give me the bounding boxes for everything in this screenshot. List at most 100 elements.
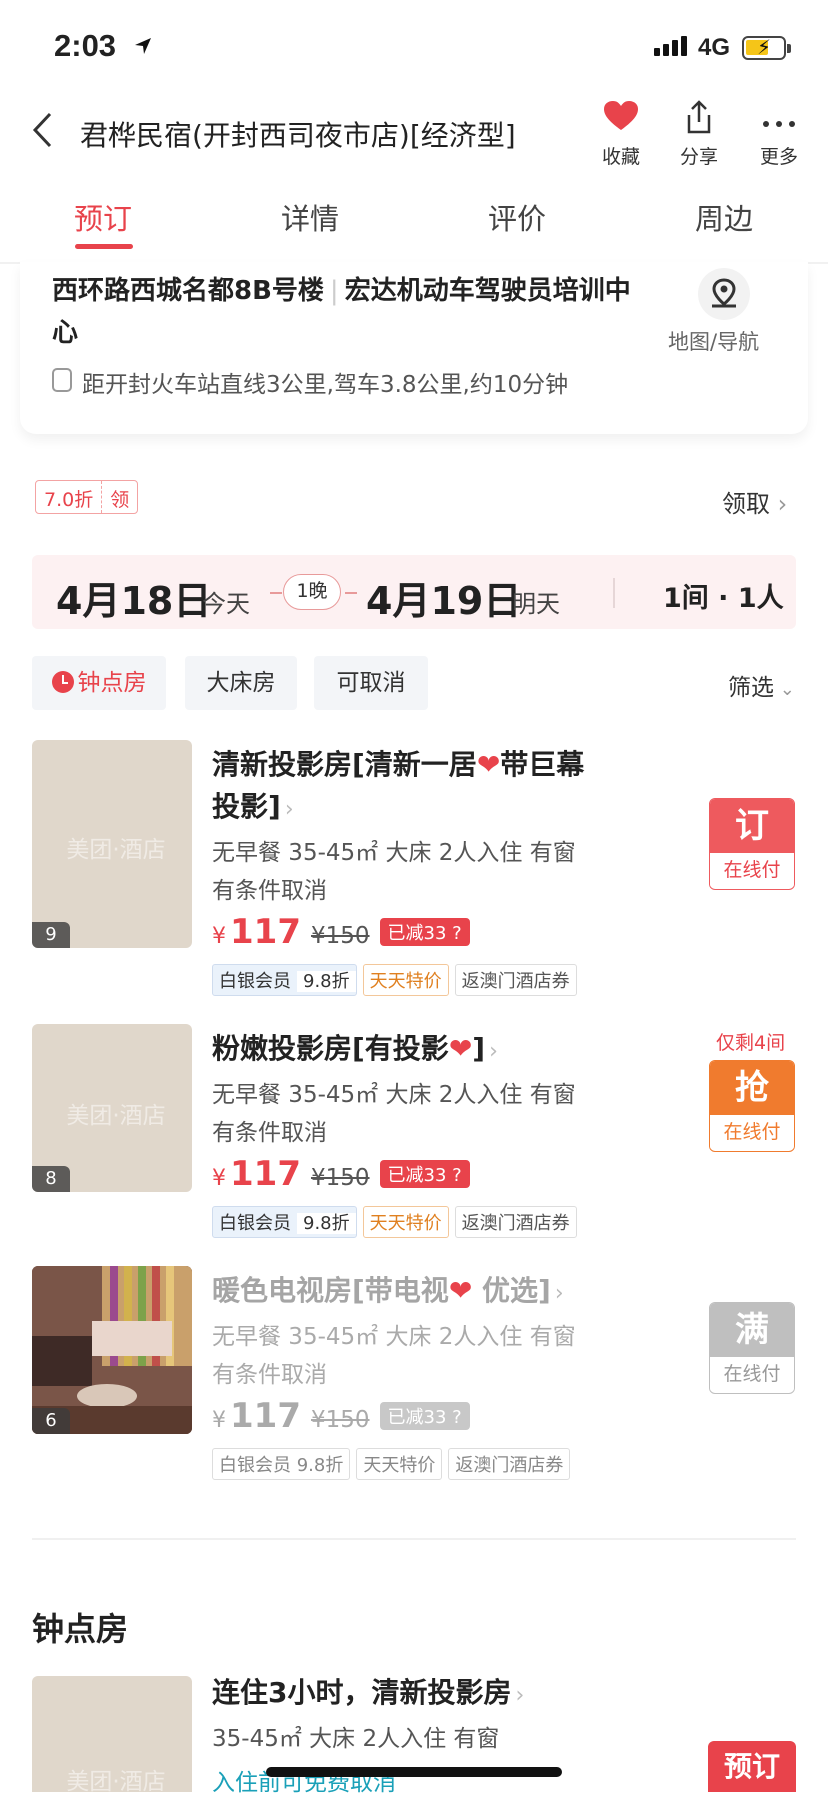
- status-bar: 2:03 4G ⚡: [0, 0, 828, 92]
- tag-voucher: 返澳门酒店券: [454, 1206, 577, 1238]
- room-image[interactable]: 美团·酒店: [32, 1676, 192, 1795]
- checkin-date[interactable]: 4月18日: [56, 570, 211, 625]
- tab-nearby[interactable]: 周边: [664, 196, 784, 238]
- hourly-room-desc: 35-45㎡ 大床 2人入住 有窗: [212, 1726, 500, 1752]
- map-navigation-label[interactable]: 地图/导航: [668, 326, 759, 356]
- room-name-part: 连住3小时，清新投影房: [212, 1676, 512, 1709]
- tag-daily-deal: 天天特价: [362, 1206, 449, 1238]
- share-button[interactable]: 分享: [664, 100, 734, 169]
- tag-value: 9.8折: [296, 1455, 344, 1476]
- dash: [270, 592, 282, 594]
- tag-silver-member: 白银会员 9.8折: [212, 964, 357, 996]
- hourly-book-button[interactable]: 预订: [708, 1741, 796, 1792]
- hourly-room-name[interactable]: 连住3小时，清新投影房 ›: [212, 1672, 524, 1717]
- address-separator: |: [329, 276, 339, 306]
- remaining-rooms: 仅剩4间: [716, 1032, 786, 1054]
- pay-online-label: 在线付: [710, 1115, 794, 1149]
- discount-badge: 已减33 ?: [379, 1160, 470, 1188]
- tab-booking[interactable]: 预订: [43, 196, 163, 238]
- room-name-part: 清新投影房[清新一居: [212, 748, 477, 781]
- photo-count: 6: [32, 1408, 70, 1434]
- checkin-day: 今天: [202, 590, 250, 618]
- original-price: ¥150: [310, 1165, 370, 1191]
- price-value: 117: [230, 1396, 301, 1436]
- discount-badge: 已减33 ?: [379, 1402, 470, 1430]
- room-name-part: 暖色电视房[带电视: [212, 1274, 449, 1307]
- checkout-date[interactable]: 4月19日: [366, 570, 521, 625]
- share-icon: [664, 100, 734, 140]
- tag-daily-deal: 天天特价: [356, 1448, 443, 1480]
- tag-value: 9.8折: [297, 971, 356, 992]
- room-desc: 无早餐 35-45㎡ 大床 2人入住 有窗: [212, 840, 576, 866]
- heart-emoji-icon: ❤: [476, 748, 501, 781]
- original-price: ¥150: [310, 923, 370, 949]
- tag-text: 白银会员: [219, 1213, 291, 1234]
- address-text: 西环路西城名都8B号楼 | 宏达机动车驾驶员培训中心: [52, 270, 652, 354]
- room-policy: 有条件取消: [212, 1120, 327, 1146]
- home-indicator[interactable]: [266, 1767, 562, 1777]
- room-tags: 白银会员 9.8折 天天特价 返澳门酒店券: [212, 1448, 571, 1480]
- back-button[interactable]: [30, 110, 64, 158]
- heart-emoji-icon: ❤: [448, 1274, 473, 1307]
- room-name[interactable]: 清新投影房[清新一居❤带巨幕 投影] ›: [212, 744, 632, 831]
- nights-badge: 1晚: [283, 574, 341, 610]
- active-tab-indicator: [75, 244, 133, 249]
- coupon-get: 领: [101, 481, 137, 513]
- currency: ¥: [212, 924, 226, 949]
- room-image[interactable]: 美团·酒店 8: [32, 1024, 192, 1192]
- currency: ¥: [212, 1408, 226, 1433]
- room-name[interactable]: 暖色电视房[带电视❤ 优选] ›: [212, 1270, 564, 1315]
- filter-chip-cancelable[interactable]: 可取消: [314, 656, 428, 710]
- room-name-part: 优选]: [472, 1274, 551, 1307]
- tag-silver-member: 白银会员 9.8折: [212, 1448, 351, 1480]
- section-divider: [32, 1538, 796, 1540]
- room-image[interactable]: 美团·酒店 9: [32, 740, 192, 948]
- train-icon: [52, 368, 72, 392]
- filter-label: 筛选: [728, 675, 774, 701]
- room-price: ¥117 ¥150 已减33 ?: [212, 912, 470, 952]
- status-time: 2:03: [54, 28, 117, 63]
- filter-button[interactable]: 筛选 ⌄: [728, 668, 795, 702]
- price-value: 117: [230, 912, 301, 952]
- room-desc: 无早餐 35-45㎡ 大床 2人入住 有窗: [212, 1082, 576, 1108]
- location-arrow-icon: [135, 38, 151, 54]
- claim-coupon-link[interactable]: 领取 ›: [722, 484, 787, 519]
- hotel-title: 君桦民宿(开封西司夜市店)[经济型]: [80, 119, 516, 152]
- coupon-badge[interactable]: 7.0折 领: [35, 480, 139, 514]
- room-name[interactable]: 粉嫩投影房[有投影❤] ›: [212, 1028, 498, 1073]
- room-name-part: 带巨幕: [500, 748, 585, 781]
- distance-text: 距开封火车站直线3公里,驾车3.8公里,约10分钟: [82, 372, 569, 398]
- room-name-part: 粉嫩投影房[有投影: [212, 1032, 449, 1065]
- tab-details[interactable]: 详情: [250, 196, 370, 238]
- chevron-right-icon: ›: [554, 1281, 564, 1306]
- filter-chip-bigbed[interactable]: 大床房: [185, 656, 297, 710]
- filter-chip-hourly[interactable]: 钟点房: [32, 656, 166, 710]
- discount-text: 已减33: [387, 1165, 447, 1186]
- tag-text: 白银会员: [219, 1455, 291, 1476]
- discount-text: 已减33: [387, 923, 447, 944]
- rooms-guests[interactable]: 1间 · 1人: [663, 576, 784, 615]
- tag-value: 9.8折: [297, 1213, 356, 1234]
- watermark: 美团·酒店: [66, 837, 166, 863]
- checkout-day: 明天: [512, 590, 560, 618]
- room-image[interactable]: 6: [32, 1266, 192, 1434]
- price-value: 117: [230, 1154, 301, 1194]
- room-desc: 无早餐 35-45㎡ 大床 2人入住 有窗: [212, 1324, 576, 1350]
- more-button[interactable]: 更多: [744, 100, 814, 169]
- book-button-label: 订: [710, 799, 794, 853]
- book-button[interactable]: 订 在线付: [709, 798, 795, 890]
- favorite-button[interactable]: 收藏: [586, 100, 656, 169]
- photo-count: 8: [32, 1166, 70, 1192]
- share-label: 分享: [679, 146, 718, 168]
- currency: ¥: [212, 1166, 226, 1191]
- grab-button[interactable]: 抢 在线付: [709, 1060, 795, 1152]
- room-policy: 有条件取消: [212, 1362, 327, 1388]
- claim-label: 领取: [722, 490, 770, 518]
- more-dots-icon: [744, 100, 814, 140]
- tab-reviews[interactable]: 评价: [457, 196, 577, 238]
- full-button[interactable]: 满 在线付: [709, 1302, 795, 1394]
- map-navigation-button[interactable]: [698, 268, 750, 320]
- room-policy: 有条件取消: [212, 878, 327, 904]
- chevron-right-icon: ›: [284, 797, 294, 822]
- tag-silver-member: 白银会员 9.8折: [212, 1206, 357, 1238]
